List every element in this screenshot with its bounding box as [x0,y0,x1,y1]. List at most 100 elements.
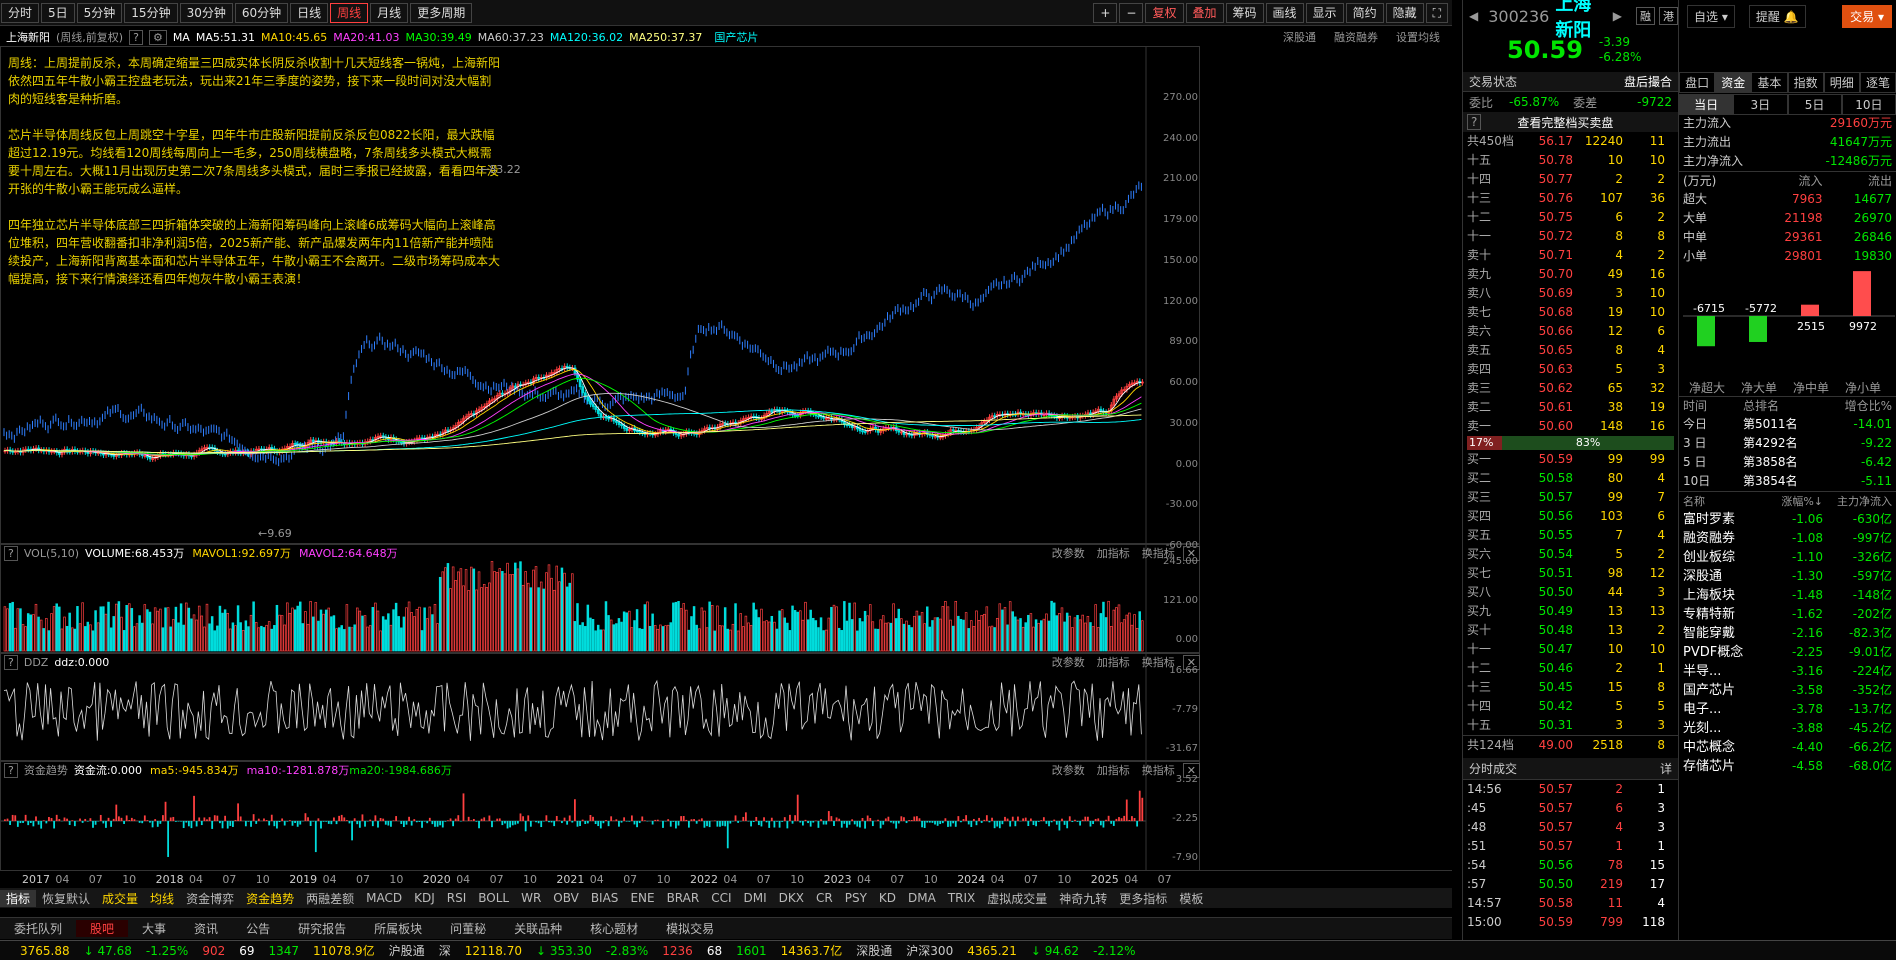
next-stock-icon[interactable]: ▶ [1613,9,1622,23]
period-tab[interactable]: 日线 [290,2,329,23]
fund-tab[interactable]: 基本 [1751,71,1788,93]
period-tab[interactable]: 30分钟 [179,2,233,23]
ticks-more-button[interactable]: 详 [1660,758,1672,780]
fund-period-tab[interactable]: 当日 [1679,93,1734,115]
order-row[interactable]: 十二 50.75 6 2 [1467,208,1678,227]
indicator-tab[interactable]: CCI [705,891,737,905]
toolbar-button[interactable]: 显示 [1305,2,1344,23]
indicator-tab[interactable]: DKX [773,891,810,905]
indicator-tab[interactable]: DMA [902,891,942,905]
quote-tag[interactable]: 融 [1636,7,1655,25]
indicator-tab[interactable]: 均线 [144,890,180,907]
sector-row[interactable]: 富时罗素 -1.06 -630亿 [1683,510,1892,529]
indicator-tab[interactable]: ENE [624,891,660,905]
period-tab[interactable]: 60分钟 [234,2,289,23]
indicator-tab[interactable]: 指标 [0,889,37,907]
period-tab[interactable]: 月线 [370,2,409,23]
indicator-tab[interactable]: RSI [441,891,473,905]
prev-stock-icon[interactable]: ◀ [1469,9,1478,23]
bottom-tab[interactable]: 模拟交易 [652,920,728,937]
pane-link[interactable]: 加指标 [1097,764,1130,777]
order-row[interactable]: 卖二 50.61 38 19 [1467,398,1678,417]
fund-period-tab[interactable]: 10日 [1841,93,1896,115]
indicator-tab[interactable]: PSY [839,891,873,905]
pane-link[interactable]: 加指标 [1097,547,1130,560]
indicator-tab[interactable]: KD [873,891,902,905]
bottom-tab[interactable]: 大事 [128,920,180,937]
order-row[interactable]: 卖四 50.63 5 3 [1467,360,1678,379]
indicator-tab[interactable]: 资金博弈 [180,890,240,907]
order-row[interactable]: 卖六 50.66 12 6 [1467,322,1678,341]
indicator-tab[interactable]: BIAS [585,891,625,905]
fund-tab[interactable]: 资金 [1715,71,1752,93]
period-tab[interactable]: 15分钟 [124,2,178,23]
indicator-tab[interactable]: 两融差额 [300,890,360,907]
fund-tab[interactable]: 盘口 [1679,71,1716,93]
order-row[interactable]: 十二 50.46 2 1 [1467,659,1678,678]
bottom-tab[interactable]: 所属板块 [360,920,436,937]
indicator-tab[interactable]: 虚拟成交量 [981,890,1053,907]
settings-icon[interactable]: ⚙ [148,29,167,45]
sector-row[interactable]: 融资融券 -1.08 -997亿 [1683,529,1892,548]
indicator-tab[interactable]: BOLL [472,891,515,905]
help-icon[interactable]: ? [4,762,18,778]
sector-row[interactable]: 智能穿戴 -2.16 -82.3亿 [1683,624,1892,643]
toolbar-button[interactable]: 复权 [1145,2,1184,23]
toolbar-button[interactable]: 筹码 [1225,2,1264,23]
order-row[interactable]: 卖七 50.68 19 10 [1467,303,1678,322]
order-row[interactable]: 卖三 50.62 65 32 [1467,379,1678,398]
order-row[interactable]: 买五 50.55 7 4 [1467,526,1678,545]
indicator-tab[interactable]: WR [515,891,547,905]
sector-row[interactable]: 深股通 -1.30 -597亿 [1683,567,1892,586]
order-row[interactable]: 卖十 50.71 4 2 [1467,246,1678,265]
fund-tab[interactable]: 明细 [1823,71,1860,93]
order-row[interactable]: 买二 50.58 80 4 [1467,469,1678,488]
bottom-tab[interactable]: 委托队列 [0,920,76,937]
indicator-tab[interactable]: 资金趋势 [240,890,300,907]
sector-row[interactable]: 创业板综 -1.10 -326亿 [1683,548,1892,567]
indicator-tab[interactable]: 神奇九转 [1053,890,1113,907]
period-tab[interactable]: 周线 [330,2,369,23]
toolbar-button[interactable]: 叠加 [1185,2,1224,23]
order-row[interactable]: 买八 50.50 44 3 [1467,583,1678,602]
help-icon[interactable]: ? [4,654,18,670]
indicator-tab[interactable]: 模板 [1173,890,1209,907]
order-row[interactable]: 卖九 50.70 49 16 [1467,265,1678,284]
sector-row[interactable]: 电子... -3.78 -13.7亿 [1683,700,1892,719]
indicator-tab[interactable]: OBV [547,891,585,905]
fullscreen-icon[interactable]: ⛶ [1425,2,1448,23]
period-tab[interactable]: 5日 [41,2,75,23]
sector-row[interactable]: 专精特新 -1.62 -202亿 [1683,605,1892,624]
trade-button[interactable]: 交易 ▾ [1842,4,1892,28]
order-row[interactable]: 买九 50.49 13 13 [1467,602,1678,621]
order-row[interactable]: 十五 50.31 3 3 [1467,716,1678,735]
order-row[interactable]: 十一 50.47 10 10 [1467,640,1678,659]
indicator-tab[interactable]: 更多指标 [1113,890,1173,907]
watchlist-button[interactable]: 自选 ▾ [1687,4,1735,28]
bottom-tab[interactable]: 股吧 [76,920,129,937]
order-row[interactable]: 买六 50.54 5 2 [1467,545,1678,564]
sector-row[interactable]: 国产芯片 -3.58 -352亿 [1683,681,1892,700]
toolbar-button[interactable]: 画线 [1265,2,1304,23]
sector-row[interactable]: 中芯概念 -4.40 -66.2亿 [1683,738,1892,757]
toolbar-button[interactable]: − [1119,2,1144,23]
fund-period-tab[interactable]: 5日 [1787,93,1842,115]
sector-row[interactable]: 半导... -3.16 -224亿 [1683,662,1892,681]
bottom-tab[interactable]: 核心题材 [576,920,652,937]
order-row[interactable]: 买四 50.56 103 6 [1467,507,1678,526]
period-tab[interactable]: 更多周期 [410,2,473,23]
indicator-tab[interactable]: 恢复默认 [36,890,96,907]
order-row[interactable]: 买十 50.48 13 2 [1467,621,1678,640]
ma-link[interactable]: 融资融券 [1334,31,1378,44]
order-row[interactable]: 十三 50.45 15 8 [1467,678,1678,697]
order-row[interactable]: 买三 50.57 99 7 [1467,488,1678,507]
help-icon[interactable]: ? [129,29,143,45]
concept-tag[interactable]: 国产芯片 [714,29,758,45]
fund-tab[interactable]: 指数 [1787,71,1824,93]
fund-tab[interactable]: 逐笔 [1859,71,1896,93]
order-row[interactable]: 十一 50.72 8 8 [1467,227,1678,246]
pane-link[interactable]: 改参数 [1052,656,1085,669]
fund-period-tab[interactable]: 3日 [1733,93,1788,115]
period-tab[interactable]: 5分钟 [76,2,123,23]
full-book-button[interactable]: ? 查看完整档买卖盘 [1463,112,1678,132]
